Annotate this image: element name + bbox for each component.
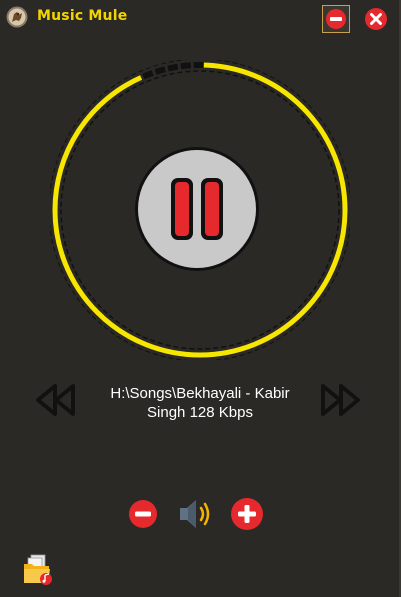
pause-icon: [135, 147, 259, 271]
volume-down-button[interactable]: [128, 499, 158, 529]
minus-circle-icon: [326, 9, 346, 29]
previous-button[interactable]: [34, 382, 78, 418]
fast-forward-icon: [321, 384, 360, 416]
volume-up-button[interactable]: [230, 497, 264, 531]
next-button[interactable]: [318, 382, 362, 418]
minus-circle-icon: [129, 500, 157, 528]
music-player-window: Music Mule H:\Songs\Bekhayali - Kabir Si…: [0, 0, 401, 597]
open-folder-button[interactable]: [22, 553, 56, 587]
close-button[interactable]: [364, 7, 388, 31]
rewind-icon: [36, 384, 75, 416]
x-circle-icon: [365, 8, 387, 30]
mute-toggle[interactable]: [177, 497, 213, 531]
minimize-button[interactable]: [322, 5, 350, 33]
track-title: H:\Songs\Bekhayali - Kabir Singh 128 Kbp…: [110, 385, 290, 421]
app-title: Music Mule: [37, 8, 128, 24]
pause-button[interactable]: [133, 145, 261, 273]
plus-circle-icon: [231, 498, 263, 530]
title-bar[interactable]: Music Mule: [0, 0, 401, 36]
speaker-icon: [180, 500, 210, 528]
folder-music-icon: [24, 554, 52, 585]
app-logo-icon: [6, 6, 28, 28]
